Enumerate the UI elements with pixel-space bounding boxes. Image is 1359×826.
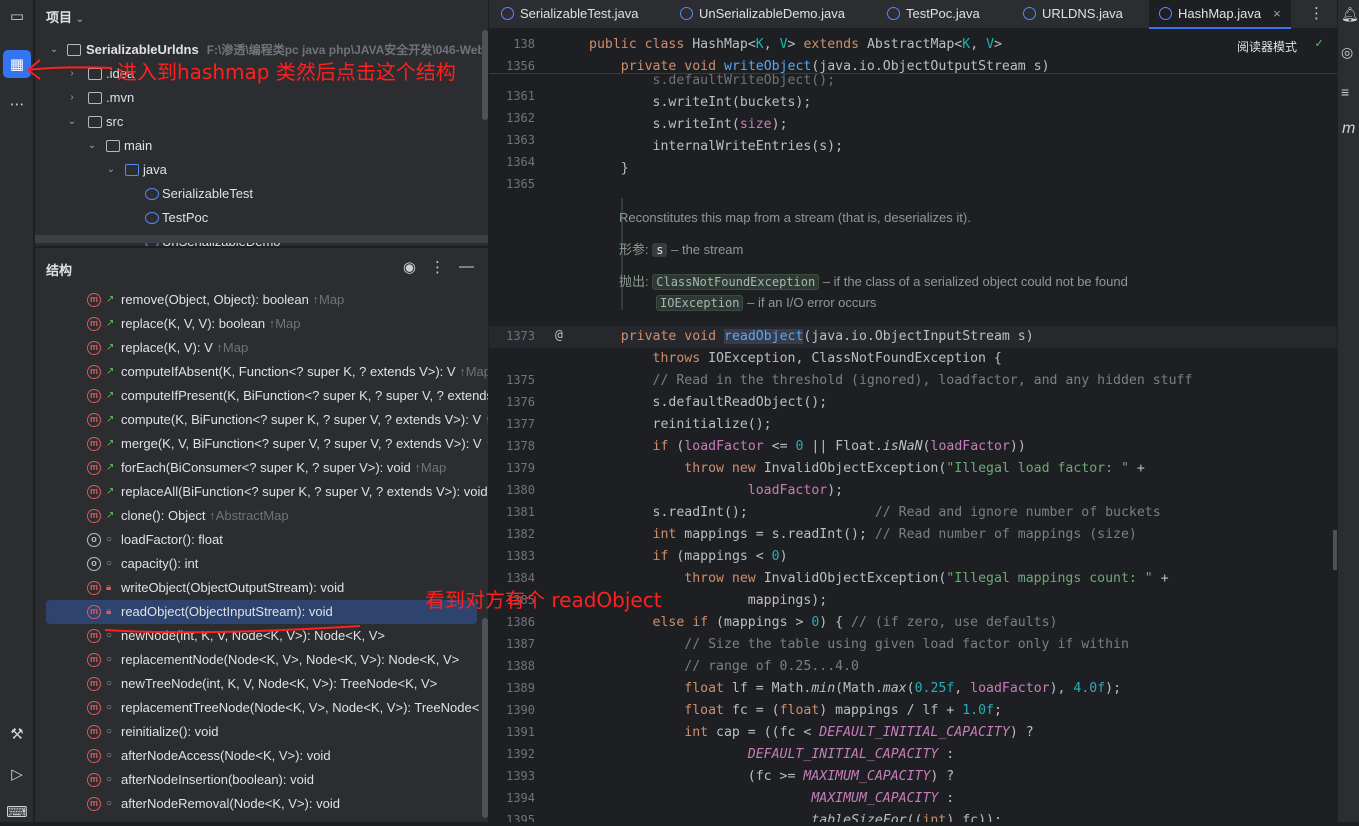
- annotation-text-1: 进入到hashmap 类然后点击这个结构: [117, 60, 456, 84]
- annotation-underline: [104, 625, 361, 634]
- annotation-arrow: [27, 66, 113, 71]
- annotation-text-2: 看到对方有个 readObject: [425, 588, 662, 612]
- annotation-overlay: [27, 59, 361, 634]
